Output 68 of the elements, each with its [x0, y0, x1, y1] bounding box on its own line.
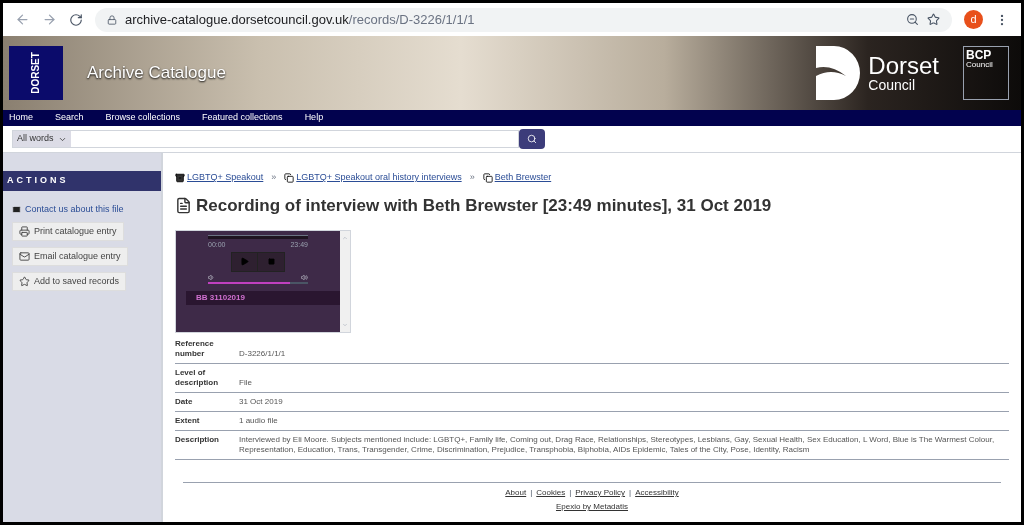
footer-link[interactable]: Privacy Policy — [575, 487, 626, 499]
breadcrumb-separator: » — [469, 171, 475, 184]
envelope-icon — [12, 204, 21, 214]
stop-icon — [267, 258, 275, 265]
field-label: Reference number — [175, 339, 215, 359]
forward-icon[interactable] — [42, 12, 57, 27]
volume-low-icon[interactable] — [208, 273, 215, 281]
envelope-icon — [19, 251, 30, 262]
dorset-logo: DORSET — [9, 46, 63, 100]
search-field[interactable]: All words — [12, 130, 519, 148]
field-label: Level of description — [175, 368, 220, 388]
footer-separator: | — [629, 487, 632, 499]
field-value: 31 Oct 2019 — [239, 397, 283, 407]
footer-link[interactable]: Accessibility — [635, 487, 679, 499]
search-mode-dropdown[interactable]: All words — [13, 131, 71, 147]
action-button[interactable]: Email catalogue entry — [12, 247, 128, 266]
track-label: BB 31102019 — [186, 290, 340, 305]
field-label: Extent — [175, 416, 201, 426]
bcp-logo: BCP Council — [963, 46, 1009, 100]
action-button[interactable]: Add to saved records — [12, 272, 127, 291]
council-name: Dorset — [868, 54, 939, 78]
url-text: archive-catalogue.dorsetcouncil.gov.uk/records/D-3226/1/1/1 — [125, 10, 475, 29]
field-label: Description — [175, 435, 220, 446]
nav-link[interactable]: Browse collections — [105, 111, 181, 125]
field-value: Interviewed by Eli Moore. Subjects mentioned include: LGBTQ+, Family life, Coming out, Drag Race, Relationships, Stereotypes, Lesbians, Gay, Sexual Health, Sex Education, L Word, Blue is The Warmest Colour, Representation, Education, Trans, Transgender, Crime, Discrimination, Prejudice, Transphobia, Biphobia, AIDs Epidemic, Tales of the City, Pose, Identity, Racism — [239, 435, 996, 455]
zoom-icon[interactable] — [906, 13, 919, 26]
profile-avatar[interactable]: d — [964, 10, 983, 29]
back-icon[interactable] — [15, 12, 30, 27]
volume-high-icon[interactable] — [301, 273, 308, 281]
document-icon — [175, 196, 192, 214]
copy-icon — [284, 172, 295, 183]
field-value: File — [239, 378, 252, 388]
field-label: Date — [175, 397, 194, 407]
search-icon — [527, 134, 537, 144]
nav-link[interactable]: Home — [9, 111, 33, 125]
breadcrumb-link[interactable]: Beth Brewster — [494, 171, 552, 185]
action-button[interactable]: Print catalogue entry — [12, 222, 124, 241]
reload-icon[interactable] — [69, 12, 83, 27]
footer-separator: | — [569, 487, 572, 499]
site-title: Archive Catalogue — [87, 62, 226, 85]
star-icon — [19, 276, 30, 287]
footer-separator: | — [530, 487, 533, 499]
breadcrumb-separator: » — [271, 171, 277, 184]
field-value: D-3226/1/1/1 — [239, 349, 286, 359]
box-icon — [175, 172, 185, 183]
nav-link[interactable]: Search — [55, 111, 84, 125]
address-bar[interactable]: archive-catalogue.dorsetcouncil.gov.uk/records/D-3226/1/1/1 — [95, 7, 952, 32]
printer-icon — [19, 226, 30, 237]
record-title: Recording of interview with Beth Brewster [23:49 minutes], 31 Oct 2019 — [196, 194, 772, 217]
breadcrumb-link[interactable]: LGBTQ+ Speakout oral history interviews — [296, 171, 462, 185]
nav-link[interactable]: Help — [304, 111, 324, 125]
bookmark-star-icon[interactable] — [927, 13, 940, 26]
progress-track[interactable] — [208, 235, 308, 239]
field-value: 1 audio file — [239, 416, 278, 426]
footer-link[interactable]: Cookies — [536, 487, 566, 499]
copy-icon — [482, 172, 493, 183]
council-logo-icon — [816, 46, 861, 100]
volume-track[interactable] — [208, 281, 308, 284]
contact-link[interactable]: Contact us about this file — [25, 202, 124, 216]
actions-heading: ACTIONS — [3, 171, 161, 191]
search-button[interactable] — [519, 129, 545, 149]
nav-link[interactable]: Featured collections — [202, 111, 283, 125]
credit-link[interactable]: Epexio by Metadatis — [555, 501, 628, 513]
footer-link[interactable]: About — [505, 487, 527, 499]
breadcrumb-link[interactable]: LGBTQ+ Speakout — [187, 171, 264, 185]
council-subtitle: Council — [868, 78, 916, 92]
lock-icon — [107, 14, 117, 25]
play-icon — [240, 257, 249, 266]
